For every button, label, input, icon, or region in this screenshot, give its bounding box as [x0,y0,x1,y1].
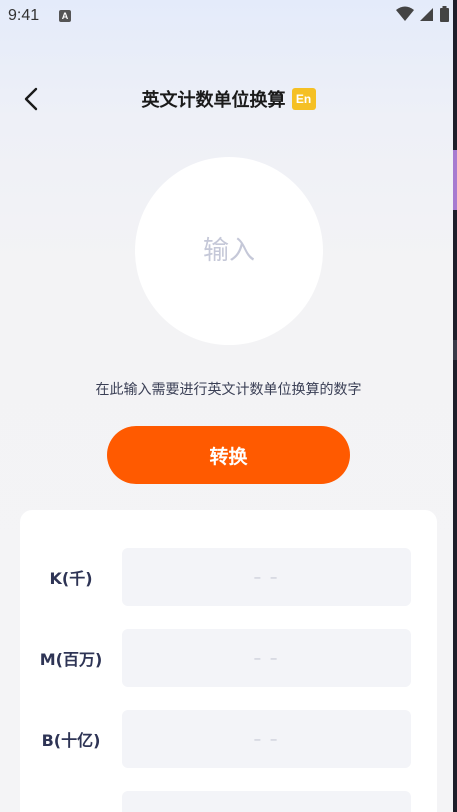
result-row-k: K(千) – – [20,548,437,606]
page-title: 英文计数单位换算 [141,90,286,111]
result-value: – – [122,710,411,768]
status-bar: 9:41 A [0,0,457,32]
signal-icon [420,8,433,21]
result-value [122,791,411,812]
result-row-b: B(十亿) – – [20,710,437,768]
battery-icon [440,6,449,22]
result-row-next [20,791,437,812]
title-wrap: 英文计数单位换算 En [0,86,457,112]
en-badge: En [291,88,316,110]
result-value: – – [122,629,411,687]
right-edge-strip [453,0,457,812]
convert-button[interactable]: 转换 [107,426,350,484]
result-card: K(千) – – M(百万) – – B(十亿) – – [20,510,437,812]
result-label: B(十亿) [41,731,101,750]
status-icons [396,6,449,22]
result-label [20,791,122,812]
wifi-icon [396,6,414,21]
input-hint: 在此输入需要进行英文计数单位换算的数字 [95,382,362,398]
edge-segment [453,150,457,210]
edge-segment [453,340,457,360]
header: 英文计数单位换算 En [0,78,457,118]
result-label: M(百万) [39,650,103,669]
number-input-circle[interactable] [135,157,323,345]
notification-icon: A [59,10,71,22]
status-time: 9:41 [8,7,40,24]
result-label: K(千) [49,569,93,588]
number-input[interactable] [154,236,304,266]
result-row-m: M(百万) – – [20,629,437,687]
result-value: – – [122,548,411,606]
